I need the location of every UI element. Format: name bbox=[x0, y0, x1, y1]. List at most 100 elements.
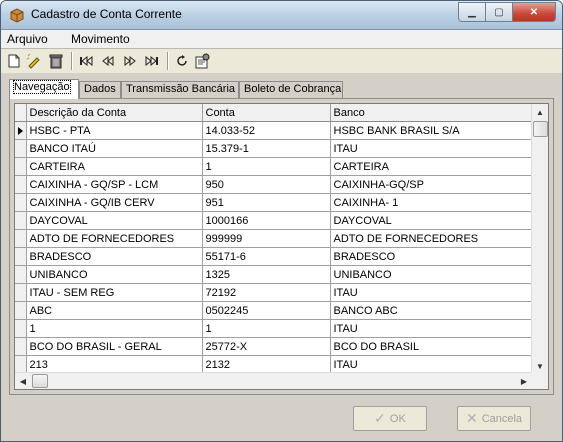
maximize-button[interactable]: ▢ bbox=[485, 2, 513, 22]
scroll-up-icon[interactable]: ▲ bbox=[532, 104, 548, 120]
cell-banco[interactable]: UNIBANCO bbox=[330, 265, 534, 284]
table-row[interactable]: ADTO DE FORNECEDORES 999999 ADTO DE FORNEC… bbox=[15, 229, 534, 248]
previous-record-icon[interactable] bbox=[99, 52, 117, 70]
title-bar[interactable]: Cadastro de Conta Corrente ▁ ▢ ✕ bbox=[1, 1, 562, 30]
cell-conta[interactable]: 2132 bbox=[202, 355, 331, 374]
table-row[interactable]: HSBC - PTA 14.033-52 HSBC BANK BRASIL S/A bbox=[15, 121, 534, 140]
row-indicator[interactable] bbox=[15, 265, 27, 284]
row-indicator[interactable] bbox=[15, 157, 27, 176]
cell-descricao[interactable]: CAIXINHA - GQ/SP - LCM bbox=[26, 175, 203, 194]
cell-conta[interactable]: 14.033-52 bbox=[202, 121, 331, 140]
new-document-icon[interactable] bbox=[5, 52, 23, 70]
cell-conta[interactable]: 999999 bbox=[202, 229, 331, 248]
row-indicator[interactable] bbox=[15, 139, 27, 158]
row-indicator[interactable] bbox=[15, 121, 27, 140]
cell-conta[interactable]: 1325 bbox=[202, 265, 331, 284]
cell-descricao[interactable]: 213 bbox=[26, 355, 203, 374]
row-indicator[interactable] bbox=[15, 301, 27, 320]
cell-banco[interactable]: ITAU bbox=[330, 139, 534, 158]
vertical-scroll-thumb[interactable] bbox=[533, 121, 548, 137]
tab-transmissao-bancaria[interactable]: Transmissão Bancária bbox=[121, 81, 239, 98]
scroll-right-icon[interactable]: ▶ bbox=[516, 373, 532, 389]
edit-pencil-icon[interactable] bbox=[25, 52, 43, 70]
cell-conta[interactable]: 72192 bbox=[202, 283, 331, 302]
scroll-left-icon[interactable]: ◀ bbox=[15, 373, 31, 389]
cell-descricao[interactable]: DAYCOVAL bbox=[26, 211, 203, 230]
horizontal-scroll-thumb[interactable] bbox=[32, 374, 48, 388]
cell-descricao[interactable]: ADTO DE FORNECEDORES bbox=[26, 229, 203, 248]
row-indicator[interactable] bbox=[15, 193, 27, 212]
cell-conta[interactable]: 1000166 bbox=[202, 211, 331, 230]
cell-conta[interactable]: 951 bbox=[202, 193, 331, 212]
cell-banco[interactable]: DAYCOVAL bbox=[330, 211, 534, 230]
cancel-button[interactable]: ✕ Cancela bbox=[457, 406, 531, 431]
table-row[interactable]: DAYCOVAL 1000166 DAYCOVAL bbox=[15, 211, 534, 230]
cell-descricao[interactable]: 1 bbox=[26, 319, 203, 338]
column-header-conta[interactable]: Conta bbox=[202, 104, 331, 122]
cell-conta[interactable]: 55171-6 bbox=[202, 247, 331, 266]
cell-descricao[interactable]: UNIBANCO bbox=[26, 265, 203, 284]
column-header-banco[interactable]: Banco bbox=[330, 104, 534, 122]
row-indicator[interactable] bbox=[15, 229, 27, 248]
table-row[interactable]: CAIXINHA - GQ/SP - LCM 950 CAIXINHA-GQ/SP bbox=[15, 175, 534, 194]
cell-descricao[interactable]: CAIXINHA - GQ/IB CERV bbox=[26, 193, 203, 212]
cell-conta[interactable]: 0502245 bbox=[202, 301, 331, 320]
cell-descricao[interactable]: CARTEIRA bbox=[26, 157, 203, 176]
cell-descricao[interactable]: HSBC - PTA bbox=[26, 121, 203, 140]
row-indicator[interactable] bbox=[15, 175, 27, 194]
table-row[interactable]: BRADESCO 55171-6 BRADESCO bbox=[15, 247, 534, 266]
cell-conta[interactable]: 15.379-1 bbox=[202, 139, 331, 158]
table-row[interactable]: CARTEIRA 1 CARTEIRA bbox=[15, 157, 534, 176]
refresh-icon[interactable] bbox=[173, 52, 191, 70]
cell-banco[interactable]: ITAU bbox=[330, 283, 534, 302]
cell-conta[interactable]: 1 bbox=[202, 157, 331, 176]
table-row[interactable]: BCO DO BRASIL - GERAL 25772-X BCO DO BRASI… bbox=[15, 337, 534, 356]
cell-banco[interactable]: CAIXINHA-GQ/SP bbox=[330, 175, 534, 194]
cell-banco[interactable]: CAIXINHA- 1 bbox=[330, 193, 534, 212]
tab-dados[interactable]: Dados bbox=[79, 81, 121, 98]
menu-movimento[interactable]: Movimento bbox=[71, 32, 130, 46]
row-indicator[interactable] bbox=[15, 211, 27, 230]
column-header-descricao[interactable]: Descrição da Conta bbox=[26, 104, 203, 122]
cell-banco[interactable]: BCO DO BRASIL bbox=[330, 337, 534, 356]
cell-descricao[interactable]: ITAU - SEM REG bbox=[26, 283, 203, 302]
cell-descricao[interactable]: BCO DO BRASIL - GERAL bbox=[26, 337, 203, 356]
delete-trash-icon[interactable] bbox=[47, 52, 65, 70]
vertical-scrollbar[interactable]: ▲ ▼ bbox=[531, 104, 548, 374]
first-record-icon[interactable] bbox=[77, 52, 95, 70]
cell-banco[interactable]: BANCO ABC bbox=[330, 301, 534, 320]
table-row[interactable]: ABC 0502245 BANCO ABC bbox=[15, 301, 534, 320]
cell-banco[interactable]: HSBC BANK BRASIL S/A bbox=[330, 121, 534, 140]
properties-icon[interactable] bbox=[193, 52, 211, 70]
table-row[interactable]: 213 2132 ITAU bbox=[15, 355, 534, 374]
cell-conta[interactable]: 25772-X bbox=[202, 337, 331, 356]
cell-banco[interactable]: ITAU bbox=[330, 355, 534, 374]
cell-descricao[interactable]: BANCO ITAÚ bbox=[26, 139, 203, 158]
next-record-icon[interactable] bbox=[121, 52, 139, 70]
tab-navegacao[interactable]: Navegação bbox=[9, 79, 79, 99]
cell-banco[interactable]: BRADESCO bbox=[330, 247, 534, 266]
table-row[interactable]: CAIXINHA - GQ/IB CERV 951 CAIXINHA- 1 bbox=[15, 193, 534, 212]
cell-descricao[interactable]: ABC bbox=[26, 301, 203, 320]
tab-boleto-de-cobranca[interactable]: Boleto de Cobrança bbox=[239, 81, 343, 98]
last-record-icon[interactable] bbox=[143, 52, 161, 70]
ok-button[interactable]: ✓ OK bbox=[353, 406, 427, 431]
table-row[interactable]: UNIBANCO 1325 UNIBANCO bbox=[15, 265, 534, 284]
minimize-button[interactable]: ▁ bbox=[458, 2, 486, 22]
row-indicator[interactable] bbox=[15, 283, 27, 302]
menu-arquivo[interactable]: Arquivo bbox=[7, 32, 48, 46]
cell-banco[interactable]: ADTO DE FORNECEDORES bbox=[330, 229, 534, 248]
table-row[interactable]: BANCO ITAÚ 15.379-1 ITAU bbox=[15, 139, 534, 158]
table-row[interactable]: ITAU - SEM REG 72192 ITAU bbox=[15, 283, 534, 302]
table-row[interactable]: 1 1 ITAU bbox=[15, 319, 534, 338]
cell-banco[interactable]: ITAU bbox=[330, 319, 534, 338]
row-indicator[interactable] bbox=[15, 247, 27, 266]
close-button[interactable]: ✕ bbox=[512, 2, 556, 22]
accounts-grid[interactable]: Descrição da Conta Conta Banco HSBC - PT… bbox=[14, 103, 549, 390]
row-indicator[interactable] bbox=[15, 355, 27, 374]
cell-banco[interactable]: CARTEIRA bbox=[330, 157, 534, 176]
row-indicator[interactable] bbox=[15, 337, 27, 356]
horizontal-scrollbar[interactable]: ◀ ▶ bbox=[15, 372, 532, 389]
cell-conta[interactable]: 1 bbox=[202, 319, 331, 338]
cell-conta[interactable]: 950 bbox=[202, 175, 331, 194]
